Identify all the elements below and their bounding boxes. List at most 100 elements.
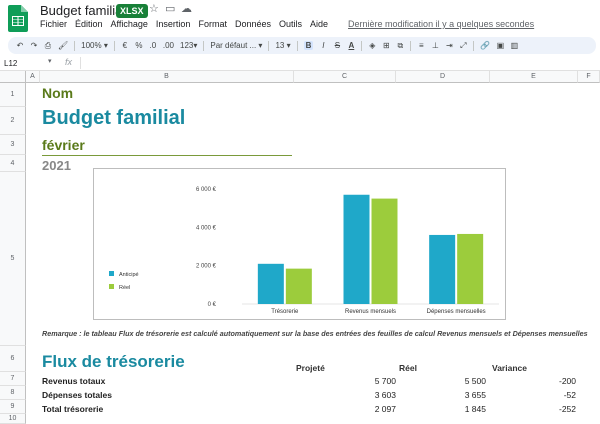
select-all-corner[interactable]: [0, 71, 26, 83]
currency-button[interactable]: €: [121, 41, 129, 50]
menu-fichier[interactable]: Fichier: [40, 19, 67, 33]
menu-edition[interactable]: Édition: [75, 19, 103, 33]
italic-button[interactable]: I: [319, 41, 327, 50]
formula-input[interactable]: [80, 57, 590, 69]
text-rotation-icon[interactable]: ⤢: [459, 41, 467, 51]
cash-flow-chart[interactable]: 0 € 2 000 € 4 000 € 6 000 € Trésorerie Revenu…: [93, 168, 506, 320]
year-cell[interactable]: 2021: [42, 158, 71, 173]
percent-button[interactable]: %: [135, 41, 143, 50]
menu-aide[interactable]: Aide: [310, 19, 328, 33]
legend-swatch-0: [109, 271, 114, 276]
redo-icon[interactable]: ↷: [30, 41, 38, 50]
bar-reel-0: [285, 268, 312, 304]
toolbar-divider: [268, 40, 270, 51]
file-type-badge: XLSX: [116, 4, 148, 18]
text-color-button[interactable]: A: [347, 41, 355, 50]
font-size-select[interactable]: 13 ▾: [275, 41, 290, 50]
sheets-logo-icon[interactable]: [8, 5, 28, 32]
column-header-a[interactable]: A: [26, 71, 40, 83]
last-modified-link[interactable]: Dernière modification il y a quelques se…: [348, 19, 534, 33]
borders-icon[interactable]: ⊞: [382, 41, 390, 50]
header-variance[interactable]: Variance: [492, 363, 527, 373]
column-header-d[interactable]: D: [396, 71, 490, 83]
name-box-dropdown-icon[interactable]: ▾: [48, 57, 52, 65]
header-projected[interactable]: Projeté: [296, 363, 325, 373]
bar-reel-1: [371, 198, 398, 304]
row-header-1[interactable]: 1: [0, 83, 26, 107]
paint-format-icon[interactable]: 🖌: [58, 41, 68, 50]
more-formats-select[interactable]: 123▾: [180, 41, 197, 50]
row-header-8[interactable]: 8: [0, 386, 26, 400]
cell-projected-cashflow[interactable]: 2 097: [336, 404, 396, 414]
column-header-e[interactable]: E: [490, 71, 578, 83]
row-header-5[interactable]: 5: [0, 172, 26, 346]
row-header-10[interactable]: 10: [0, 414, 26, 424]
fill-color-icon[interactable]: ◈: [368, 41, 376, 50]
column-header-c[interactable]: C: [294, 71, 396, 83]
fx-icon: fx: [65, 57, 73, 67]
y-tick-label: 0 €: [208, 302, 217, 308]
cell-projected-expenses[interactable]: 3 603: [336, 390, 396, 400]
cell-variance-expenses[interactable]: -52: [516, 390, 576, 400]
column-header-f[interactable]: F: [578, 71, 600, 83]
menu-outils[interactable]: Outils: [279, 19, 302, 33]
row-label-total-income[interactable]: Revenus totaux: [42, 376, 105, 386]
zoom-select[interactable]: 100% ▾: [81, 41, 108, 50]
menu-affichage[interactable]: Affichage: [111, 19, 148, 33]
star-icon[interactable]: ☆: [149, 2, 159, 15]
bold-button[interactable]: B: [303, 41, 314, 50]
move-folder-icon[interactable]: ▭: [165, 2, 175, 15]
row-label-total-cashflow[interactable]: Total trésorerie: [42, 404, 103, 414]
column-header-b[interactable]: B: [40, 71, 294, 83]
cell-actual-expenses[interactable]: 3 655: [426, 390, 486, 400]
insert-link-icon[interactable]: 🔗: [480, 41, 490, 50]
text-wrap-icon[interactable]: ⇥: [445, 41, 453, 50]
cell-actual-income[interactable]: 5 500: [426, 376, 486, 386]
undo-icon[interactable]: ↶: [16, 41, 24, 50]
horizontal-align-icon[interactable]: ≡: [417, 41, 425, 50]
zoom-value: 100%: [81, 41, 102, 50]
name-label[interactable]: Nom: [42, 85, 73, 101]
print-icon[interactable]: ⎙: [44, 41, 52, 51]
insert-chart-icon[interactable]: ▥: [510, 41, 519, 50]
y-tick-label: 2 000 €: [196, 264, 217, 270]
insert-comment-icon[interactable]: ▣: [496, 41, 505, 50]
vertical-align-icon[interactable]: ⊥: [431, 41, 439, 50]
row-header-2[interactable]: 2: [0, 107, 26, 135]
font-select[interactable]: Par défaut ... ▾: [210, 41, 262, 50]
name-box[interactable]: L12: [4, 58, 44, 69]
header-actual[interactable]: Réel: [399, 363, 417, 373]
cell-variance-income[interactable]: -200: [516, 376, 576, 386]
row-label-total-expenses[interactable]: Dépenses totales: [42, 390, 112, 400]
document-title[interactable]: Budget familial: [40, 3, 125, 18]
decrease-decimal-button[interactable]: .0: [149, 41, 157, 50]
cloud-status-icon[interactable]: ☁: [181, 2, 192, 15]
x-tick-label: Revenus mensuels: [345, 309, 396, 315]
bar-anticipe-0: [257, 263, 284, 304]
cell-actual-cashflow[interactable]: 1 845: [426, 404, 486, 414]
sheet-title[interactable]: Budget familial: [42, 107, 185, 130]
cash-flow-title[interactable]: Flux de trésorerie: [42, 352, 185, 372]
row-header-7[interactable]: 7: [0, 372, 26, 386]
cell-variance-cashflow[interactable]: -252: [516, 404, 576, 414]
row-header-3[interactable]: 3: [0, 135, 26, 155]
row-header-4[interactable]: 4: [0, 155, 26, 172]
merge-cells-icon[interactable]: ⧉: [396, 41, 404, 51]
toolbar-divider: [296, 40, 298, 51]
x-tick-label: Dépenses mensuelles: [427, 309, 486, 315]
menu-donnees[interactable]: Données: [235, 19, 271, 33]
row-header-6[interactable]: 6: [0, 346, 26, 372]
row-header-9[interactable]: 9: [0, 400, 26, 414]
bar-reel-2: [457, 233, 484, 304]
strikethrough-button[interactable]: S: [333, 41, 341, 50]
legend-label-0: Anticipé: [119, 272, 139, 278]
month-cell[interactable]: février: [42, 137, 85, 153]
menu-insertion[interactable]: Insertion: [156, 19, 191, 33]
toolbar-divider: [410, 40, 412, 51]
cell-projected-income[interactable]: 5 700: [336, 376, 396, 386]
remark-note[interactable]: Remarque : le tableau Flux de trésorerie…: [42, 329, 588, 338]
increase-decimal-button[interactable]: .00: [163, 41, 174, 50]
formula-bar: L12 ▾ fx: [0, 56, 600, 71]
toolbar: ↶ ↷ ⎙ 🖌 100% ▾ € % .0 .00 123▾ Par défau…: [8, 37, 596, 54]
menu-format[interactable]: Format: [198, 19, 227, 33]
